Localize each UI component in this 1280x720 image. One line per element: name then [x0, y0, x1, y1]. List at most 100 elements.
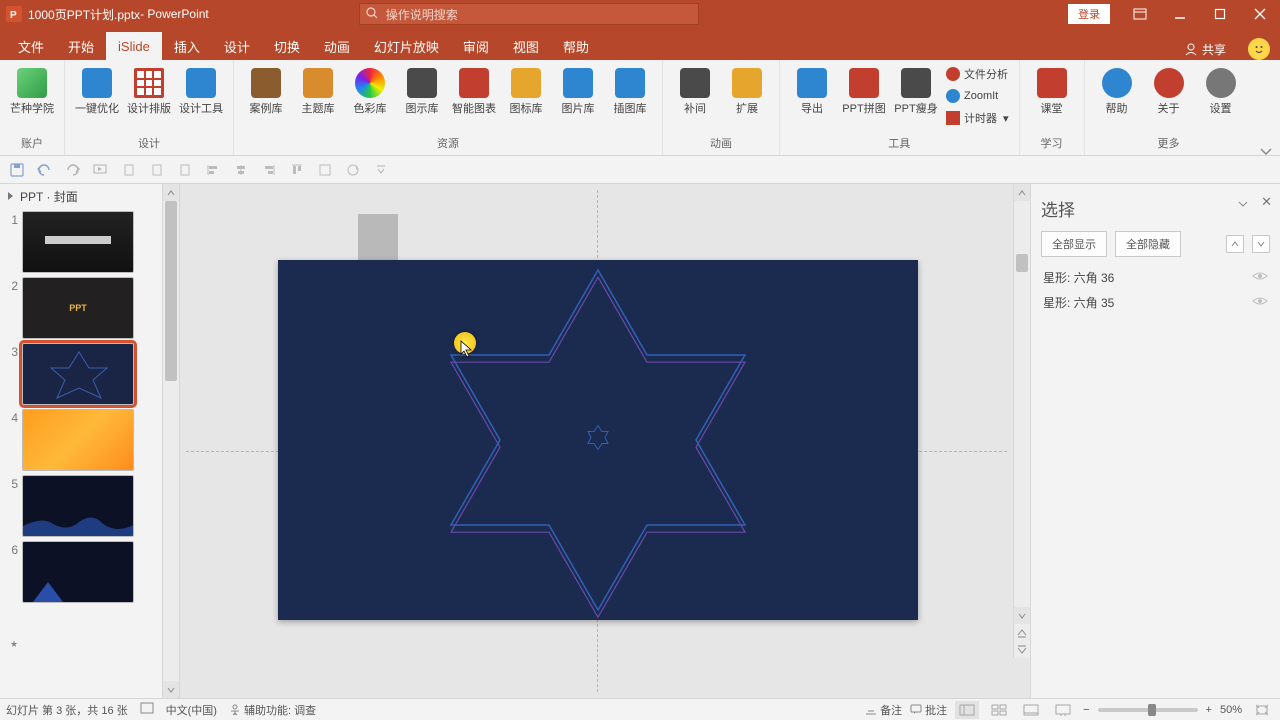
slide-stage[interactable] [180, 184, 1013, 698]
canvas-scroll-up[interactable] [1014, 184, 1030, 201]
tab-insert[interactable]: 插入 [162, 32, 212, 60]
tab-home[interactable]: 开始 [56, 32, 106, 60]
btn-smartdiag[interactable]: 智能图表 [452, 64, 496, 116]
visibility-toggle-icon[interactable] [1252, 295, 1268, 310]
accessibility-check[interactable]: 辅助功能: 调查 [229, 702, 316, 718]
btn-helpbtn[interactable]: 帮助 [1095, 64, 1139, 116]
current-slide[interactable] [278, 260, 918, 620]
btn-lesson[interactable]: 课堂 [1030, 64, 1074, 116]
selection-pane-close[interactable]: ✕ [1261, 194, 1272, 210]
minimize-button[interactable] [1160, 0, 1200, 28]
thumb-scroll-down[interactable] [163, 681, 179, 698]
btn-buma[interactable]: 补间 [673, 64, 717, 116]
slide-sorter-view-button[interactable] [987, 701, 1011, 719]
thumb-scroll-handle[interactable] [165, 201, 177, 381]
slide-thumbnail-3[interactable]: 3 [0, 341, 179, 407]
zoom-slider[interactable] [1098, 708, 1198, 712]
bring-forward-button[interactable] [1226, 235, 1244, 253]
fit-to-window-button[interactable] [1250, 701, 1274, 719]
btn-zoomit[interactable]: ZoomIt [946, 86, 1009, 106]
slideshow-view-button[interactable] [1051, 701, 1075, 719]
slide-thumbnail-2[interactable]: 2PPT [0, 275, 179, 341]
zoom-out-button[interactable]: − [1083, 704, 1089, 716]
tab-file[interactable]: 文件 [6, 32, 56, 60]
maximize-button[interactable] [1200, 0, 1240, 28]
btn-onekey[interactable]: 一键优化 [75, 64, 119, 116]
tab-help[interactable]: 帮助 [551, 32, 601, 60]
qat-btn-6[interactable] [146, 159, 168, 181]
btn-colorlib[interactable]: 色彩库 [348, 64, 392, 116]
next-slide-button[interactable] [1014, 641, 1030, 658]
tab-animations[interactable]: 动画 [312, 32, 362, 60]
selection-pane-dropdown[interactable] [1238, 196, 1248, 214]
qat-btn-5[interactable] [118, 159, 140, 181]
btn-timer[interactable]: 计时器▾ [946, 108, 1009, 128]
notes-button[interactable]: 备注 [865, 702, 902, 718]
qat-undo[interactable] [34, 159, 56, 181]
qat-customize[interactable] [370, 159, 392, 181]
tell-me-search[interactable]: 操作说明搜索 [359, 3, 699, 25]
selection-item-star36[interactable]: 星形: 六角 36 [1041, 265, 1270, 290]
btn-fileanalyze[interactable]: 文件分析 [946, 64, 1009, 84]
btn-pptslim[interactable]: PPT瘦身 [894, 64, 938, 116]
qat-align-center-h[interactable] [230, 159, 252, 181]
visibility-toggle-icon[interactable] [1252, 270, 1268, 285]
btn-about[interactable]: 关于 [1147, 64, 1191, 116]
btn-piclib[interactable]: 图片库 [556, 64, 600, 116]
tab-islide[interactable]: iSlide [106, 32, 162, 60]
qat-redo[interactable] [62, 159, 84, 181]
share-button[interactable]: 共享 [1172, 41, 1238, 58]
qat-align-top[interactable] [286, 159, 308, 181]
qat-save[interactable] [6, 159, 28, 181]
tab-view[interactable]: 视图 [501, 32, 551, 60]
thumbnail-scrollbar[interactable] [162, 184, 179, 698]
zoom-slider-handle[interactable] [1148, 704, 1156, 716]
zoom-level[interactable]: 50% [1220, 704, 1242, 716]
thumbnail-section-header[interactable]: PPT · 封面 [0, 184, 179, 209]
login-button[interactable]: 登录 [1068, 4, 1110, 24]
btn-extend[interactable]: 扩展 [725, 64, 769, 116]
btn-themelib[interactable]: 主题库 [296, 64, 340, 116]
small-center-star[interactable] [583, 423, 613, 458]
spellcheck-icon[interactable] [140, 702, 154, 717]
tab-design[interactable]: 设计 [212, 32, 262, 60]
btn-iconlib[interactable]: 图标库 [504, 64, 548, 116]
slide-thumbnail-1[interactable]: 1 [0, 209, 179, 275]
normal-view-button[interactable] [955, 701, 979, 719]
canvas-scroll-handle[interactable] [1016, 254, 1028, 272]
btn-illust[interactable]: 插图库 [608, 64, 652, 116]
ribbon-display-options[interactable] [1120, 0, 1160, 28]
selection-item-star35[interactable]: 星形: 六角 35 [1041, 290, 1270, 315]
btn-institute[interactable]: 芒种学院 [10, 64, 54, 116]
thumb-scroll-up[interactable] [163, 184, 179, 201]
btn-export[interactable]: 导出 [790, 64, 834, 116]
canvas-scroll-down[interactable] [1014, 607, 1030, 624]
qat-align-left[interactable] [202, 159, 224, 181]
slide-counter[interactable]: 幻灯片 第 3 张，共 16 张 [6, 702, 128, 718]
btn-designtool[interactable]: 设计工具 [179, 64, 223, 116]
tab-transitions[interactable]: 切换 [262, 32, 312, 60]
slide-thumbnail-4[interactable]: 4 [0, 407, 179, 473]
collapse-ribbon-icon[interactable] [1260, 144, 1272, 162]
btn-settings[interactable]: 设置 [1199, 64, 1243, 116]
qat-btn-12[interactable] [314, 159, 336, 181]
hide-all-button[interactable]: 全部隐藏 [1115, 231, 1181, 257]
btn-caselib[interactable]: 案例库 [244, 64, 288, 116]
slide-thumbnail-6[interactable]: 6 [0, 539, 179, 605]
btn-layout[interactable]: 设计排版 [127, 64, 171, 116]
zoom-in-button[interactable]: + [1206, 704, 1212, 716]
previous-slide-button[interactable] [1014, 624, 1030, 641]
slide-thumbnail-5[interactable]: 5 [0, 473, 179, 539]
send-backward-button[interactable] [1252, 235, 1270, 253]
qat-align-right[interactable] [258, 159, 280, 181]
language-indicator[interactable]: 中文(中国) [166, 702, 217, 718]
comments-button[interactable]: 批注 [910, 702, 947, 718]
btn-pptstitch[interactable]: PPT拼图 [842, 64, 886, 116]
canvas-vertical-scrollbar[interactable] [1013, 184, 1030, 658]
close-button[interactable] [1240, 0, 1280, 28]
tab-slideshow[interactable]: 幻灯片放映 [362, 32, 451, 60]
show-all-button[interactable]: 全部显示 [1041, 231, 1107, 257]
reading-view-button[interactable] [1019, 701, 1043, 719]
feedback-smiley-icon[interactable] [1248, 38, 1270, 60]
btn-diagram[interactable]: 图示库 [400, 64, 444, 116]
